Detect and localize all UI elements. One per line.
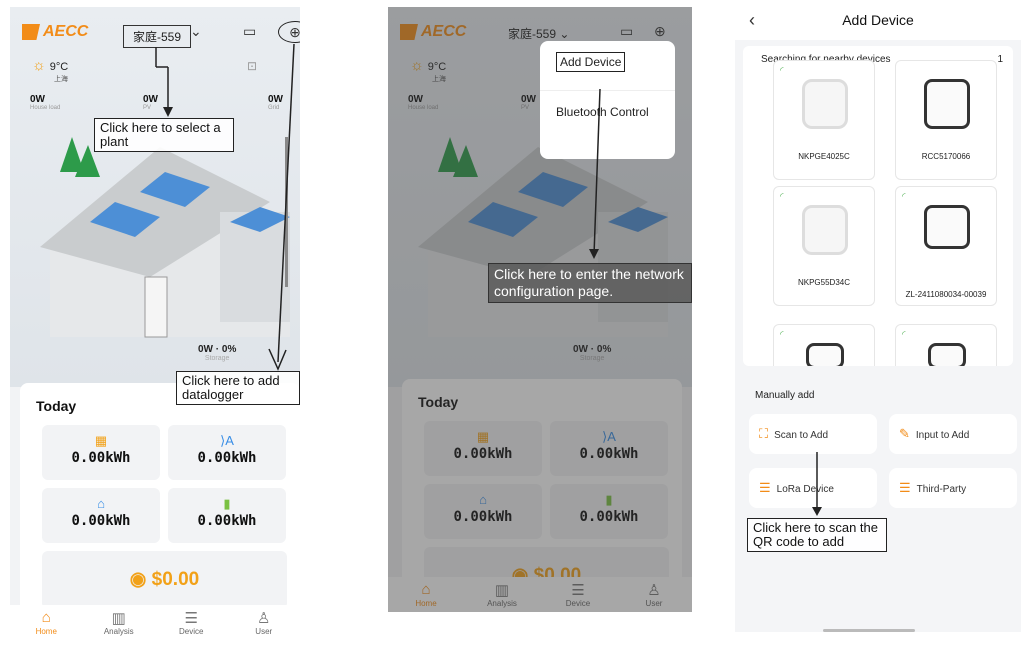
today-title: Today xyxy=(36,398,77,414)
device-card[interactable]: ◜ xyxy=(773,324,875,366)
home-screen-menu: AECC 家庭-559 ⌄ ▭ ⊕ ☼ 9°C 上海 0W House load 0W… xyxy=(388,7,692,612)
nav-analysis[interactable]: ▥ Analysis xyxy=(94,609,144,636)
device-card[interactable]: ◜ ZL-2411080034-00039 xyxy=(895,186,997,306)
battery-module-image xyxy=(924,205,970,249)
energy-tile[interactable]: ⟩A 0.00kWh xyxy=(168,425,286,480)
bottom-nav: ⌂ Home ▥ Analysis ☰ Device ♙ User xyxy=(10,605,300,640)
home-icon: ⌂ xyxy=(41,609,51,626)
nearby-devices-card: Searching for nearby devices 1 ◜ NKPGE40… xyxy=(743,46,1013,366)
add-device-screen: ‹ Add Device Searching for nearby device… xyxy=(735,0,1021,632)
nav-user[interactable]: ♙ User xyxy=(239,609,289,636)
scan-icon: ⛶ xyxy=(759,426,769,441)
datalogger-image xyxy=(928,343,966,366)
grid-icon: ⟩A xyxy=(220,433,234,448)
device-card[interactable]: ◜ xyxy=(895,324,997,366)
third-party-button[interactable]: ☰ Third-Party xyxy=(889,468,1017,508)
energy-tile[interactable]: ▦ 0.00kWh xyxy=(42,425,160,480)
lora-icon: ☰ xyxy=(759,480,771,495)
scan-to-add-button[interactable]: ⛶ Scan to Add xyxy=(749,414,877,454)
home-screen: AECC 家庭-559 ⌄ ▭ ⊕ ☼ 9°C 上海 ⊡ 0W House load … xyxy=(10,7,300,640)
device-card[interactable]: ◜ NKPG55D34C xyxy=(773,186,875,306)
wifi-icon: ◜ xyxy=(902,329,906,339)
annotation-network-config: Click here to enter the network configur… xyxy=(488,263,692,303)
plant-selector[interactable]: 家庭-559 xyxy=(123,25,191,48)
smart-plug-image xyxy=(802,79,848,129)
user-icon: ♙ xyxy=(257,610,271,627)
manual-add-label: Manually add xyxy=(755,390,815,401)
smart-plug-image xyxy=(802,205,848,255)
annotation-add-datalogger: Click here to add datalogger xyxy=(176,371,300,405)
third-party-icon: ☰ xyxy=(899,480,911,495)
wifi-icon: ◜ xyxy=(780,329,784,339)
storage-readout: 0W · 0% Storage xyxy=(198,344,237,362)
input-to-add-button[interactable]: ✎ Input to Add xyxy=(889,414,1017,454)
weather: ☼ 9°C 上海 xyxy=(32,57,69,83)
inverter-image xyxy=(924,79,970,129)
device-icon: ☰ xyxy=(184,610,198,627)
device-card[interactable]: ◜ NKPGE4025C xyxy=(773,60,875,180)
header: ‹ Add Device xyxy=(735,0,1021,40)
pencil-icon: ✎ xyxy=(899,426,910,441)
earnings-tile[interactable]: ◉ $0.00 xyxy=(42,551,287,609)
back-arrow-icon[interactable]: ‹ xyxy=(749,0,755,40)
lora-device-button[interactable]: ☰ LoRa Device xyxy=(749,468,877,508)
device-icon[interactable]: ⊡ xyxy=(247,59,257,73)
chart-icon: ▥ xyxy=(111,610,126,627)
battery-icon: ▮ xyxy=(223,496,231,511)
app-logo: AECC xyxy=(22,23,88,41)
today-card: Today ▦ 0.00kWh ⟩A 0.00kWh ⌂ 0.00kWh ▮ 0.00k… xyxy=(20,383,300,613)
solar-icon: ▦ xyxy=(94,433,108,448)
add-menu-popup: Add Device Bluetooth Control xyxy=(540,41,675,159)
datalogger-image xyxy=(806,343,844,366)
wifi-icon: ◜ xyxy=(780,191,784,201)
menu-add-device[interactable]: Add Device xyxy=(540,41,675,91)
wifi-icon: ◜ xyxy=(780,65,784,75)
sun-icon: ☼ xyxy=(32,57,46,74)
device-count: 1 xyxy=(997,54,1003,65)
home-indicator xyxy=(823,629,915,632)
house-icon: ⌂ xyxy=(97,496,105,511)
chevron-down-icon[interactable]: ⌄ xyxy=(190,23,202,40)
wifi-icon: ◜ xyxy=(902,191,906,201)
energy-tile[interactable]: ⌂ 0.00kWh xyxy=(42,488,160,543)
nav-home[interactable]: ⌂ Home xyxy=(21,609,71,636)
message-icon[interactable]: ▭ xyxy=(243,23,256,40)
energy-tile[interactable]: ▮ 0.00kWh xyxy=(168,488,286,543)
page-title: Add Device xyxy=(842,12,914,28)
device-card[interactable]: RCC5170066 xyxy=(895,60,997,180)
nav-device[interactable]: ☰ Device xyxy=(166,609,216,636)
menu-bluetooth-control[interactable]: Bluetooth Control xyxy=(540,91,675,159)
annotation-scan-qr: Click here to scan the QR code to add xyxy=(747,518,887,552)
annotation-select-plant: Click here to select a plant xyxy=(94,118,234,152)
